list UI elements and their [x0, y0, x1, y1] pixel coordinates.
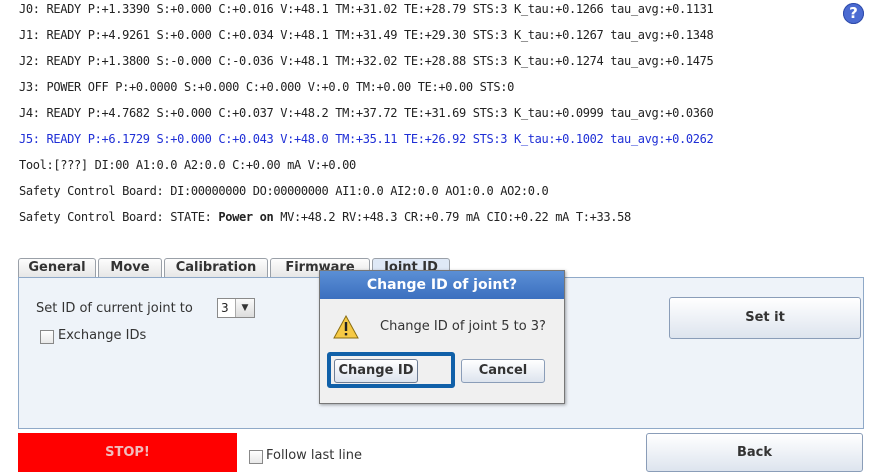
joint-id-select[interactable]: 3 ▼	[217, 298, 255, 318]
stop-button[interactable]: STOP!	[18, 433, 237, 472]
log-line-j4: J4: READY P:+4.7682 S:+0.000 C:+0.037 V:…	[19, 106, 714, 120]
log-line-safety-io: Safety Control Board: DI:00000000 DO:000…	[19, 184, 549, 198]
exchange-ids-checkbox[interactable]	[40, 330, 54, 344]
exchange-ids-label: Exchange IDs	[58, 328, 147, 343]
state-value: Power on	[218, 210, 274, 224]
follow-last-line-label: Follow last line	[266, 448, 362, 463]
joint-id-value: 3	[221, 301, 229, 315]
log-line-j5: J5: READY P:+6.1729 S:+0.000 C:+0.043 V:…	[19, 132, 714, 146]
cancel-button[interactable]: Cancel	[461, 359, 545, 383]
change-id-dialog: Change ID of joint? Change ID of joint 5…	[319, 270, 565, 404]
log-line-j0: J0: READY P:+1.3390 S:+0.000 C:+0.016 V:…	[19, 2, 714, 16]
chevron-down-icon[interactable]: ▼	[235, 299, 254, 317]
log-line-tool: Tool:[???] DI:00 A1:0.0 A2:0.0 C:+0.00 m…	[19, 158, 356, 172]
log-line-j2: J2: READY P:+1.3800 S:-0.000 C:-0.036 V:…	[19, 54, 714, 68]
set-id-label: Set ID of current joint to	[36, 301, 193, 316]
tab-move[interactable]: Move	[98, 258, 162, 277]
set-it-button[interactable]: Set it	[669, 297, 861, 339]
warning-icon	[333, 315, 359, 339]
state-prefix: Safety Control Board: STATE:	[19, 210, 219, 224]
dialog-title: Change ID of joint?	[320, 271, 564, 299]
log-line-j1: J1: READY P:+4.9261 S:+0.000 C:+0.034 V:…	[19, 28, 714, 42]
tab-calibration[interactable]: Calibration	[164, 258, 268, 277]
help-icon[interactable]: ?	[843, 3, 864, 24]
log-line-j3: J3: POWER OFF P:+0.0000 S:+0.000 C:+0.00…	[19, 80, 514, 94]
tab-general[interactable]: General	[18, 258, 96, 277]
change-id-button[interactable]: Change ID	[334, 359, 418, 383]
back-button[interactable]: Back	[646, 433, 863, 472]
follow-last-line-checkbox[interactable]	[249, 450, 263, 464]
state-suffix: MV:+48.2 RV:+48.3 CR:+0.79 mA CIO:+0.22 …	[273, 210, 631, 224]
log-line-safety-state: Safety Control Board: STATE: Power on MV…	[19, 210, 631, 224]
dialog-message: Change ID of joint 5 to 3?	[380, 319, 546, 334]
